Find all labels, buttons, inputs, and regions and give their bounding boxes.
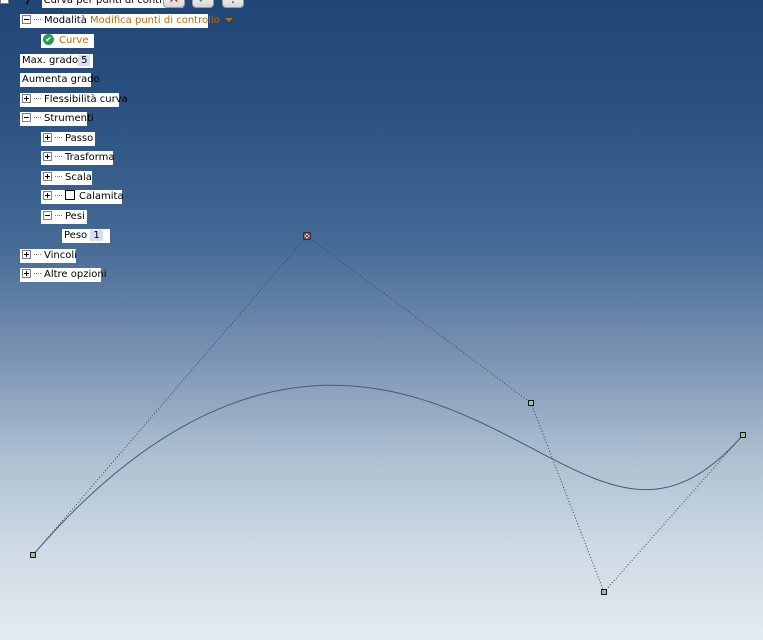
info-button[interactable]: !	[222, 0, 244, 8]
constraints-label: Vincoli	[44, 250, 77, 261]
root-node[interactable]: Curva per punti di controllo	[0, 0, 183, 8]
magnet-node[interactable]: Calamita	[41, 190, 124, 204]
curve-flex-label: Flessibilità curva	[44, 94, 128, 105]
scale-label: Scala	[65, 172, 92, 183]
tree-line	[55, 136, 62, 138]
check-icon: ✓	[198, 0, 209, 7]
control-points[interactable]	[30, 232, 746, 595]
control-polygon-segment	[32, 235, 308, 556]
curve-item-label: Curve	[59, 35, 89, 46]
control-point[interactable]	[601, 589, 607, 595]
transform-node[interactable]: Trasforma	[41, 151, 115, 165]
raise-degree-label: Aumenta grado	[22, 74, 100, 85]
control-point[interactable]	[740, 432, 746, 438]
control-polygon-segment	[603, 434, 744, 593]
step-node[interactable]: Passo	[41, 132, 95, 146]
expand-icon[interactable]	[22, 93, 31, 103]
root-label: Curva per punti di controllo	[41, 0, 183, 8]
tree-line	[55, 155, 62, 157]
more-options-node[interactable]: Altre opzioni	[20, 268, 107, 282]
collapse-icon[interactable]	[22, 14, 31, 24]
expand-icon[interactable]	[43, 151, 52, 161]
control-polygon-segment	[530, 402, 605, 593]
tree-line	[34, 253, 41, 255]
expand-icon[interactable]	[22, 249, 31, 259]
expand-icon[interactable]	[43, 190, 52, 200]
tree-line	[34, 97, 41, 99]
bezier-curve[interactable]	[32, 384, 744, 556]
scale-node[interactable]: Scala	[41, 171, 92, 185]
weight-field[interactable]: Peso 1	[62, 229, 110, 243]
curve-flex-node[interactable]: Flessibilità curva	[20, 93, 128, 107]
mode-dropdown[interactable]: Modifica punti di controllo	[90, 15, 233, 26]
weight-input[interactable]: 1	[90, 230, 103, 241]
collapse-icon[interactable]	[22, 112, 31, 122]
cancel-button[interactable]: ✕	[163, 0, 185, 8]
max-degree-label: Max. grado	[22, 55, 79, 66]
expand-icon[interactable]	[22, 268, 31, 278]
tree-line	[34, 116, 41, 118]
selected-control-point[interactable]	[303, 232, 311, 240]
max-degree-field[interactable]: Max. grado 5	[20, 54, 93, 68]
tools-node[interactable]: Strumenti	[20, 112, 94, 126]
more-options-label: Altre opzioni	[44, 269, 107, 280]
control-point[interactable]	[30, 552, 36, 558]
expand-icon[interactable]	[43, 171, 52, 181]
tree-line	[55, 194, 62, 196]
step-label: Passo	[65, 133, 94, 144]
tools-label: Strumenti	[44, 113, 94, 124]
tree-line	[55, 175, 62, 177]
weights-label: Pesi	[65, 211, 85, 222]
control-polygon-segment	[306, 235, 532, 404]
tree-line	[34, 18, 41, 20]
info-icon: !	[230, 0, 235, 7]
mode-node[interactable]: Modalità Modifica punti di controllo	[20, 14, 233, 28]
magnet-checkbox[interactable]	[65, 190, 75, 200]
curve-item[interactable]: ✔ Curve	[41, 33, 94, 48]
magnet-label: Calamita	[79, 191, 124, 202]
mode-value: Modifica punti di controllo	[90, 15, 220, 26]
weights-node[interactable]: Pesi	[41, 210, 87, 224]
control-polygon	[32, 235, 744, 593]
curve-tool-icon	[26, 0, 38, 5]
ok-button[interactable]: ✓	[192, 0, 214, 8]
collapse-icon[interactable]	[0, 0, 9, 4]
raise-degree-button[interactable]: Aumenta grado	[20, 73, 100, 87]
close-icon: ✕	[169, 0, 180, 7]
expand-icon[interactable]	[43, 132, 52, 142]
weight-label: Peso	[64, 230, 88, 241]
constraints-node[interactable]: Vincoli	[20, 249, 77, 263]
control-point[interactable]	[528, 400, 534, 406]
check-circle-icon: ✔	[43, 33, 54, 45]
transform-label: Trasforma	[65, 152, 115, 163]
tree-line	[34, 272, 41, 274]
mode-label: Modalità	[44, 15, 87, 26]
max-degree-input[interactable]: 5	[78, 55, 91, 66]
chevron-down-icon[interactable]	[224, 18, 233, 22]
tree-line	[55, 214, 62, 216]
collapse-icon[interactable]	[43, 210, 52, 220]
